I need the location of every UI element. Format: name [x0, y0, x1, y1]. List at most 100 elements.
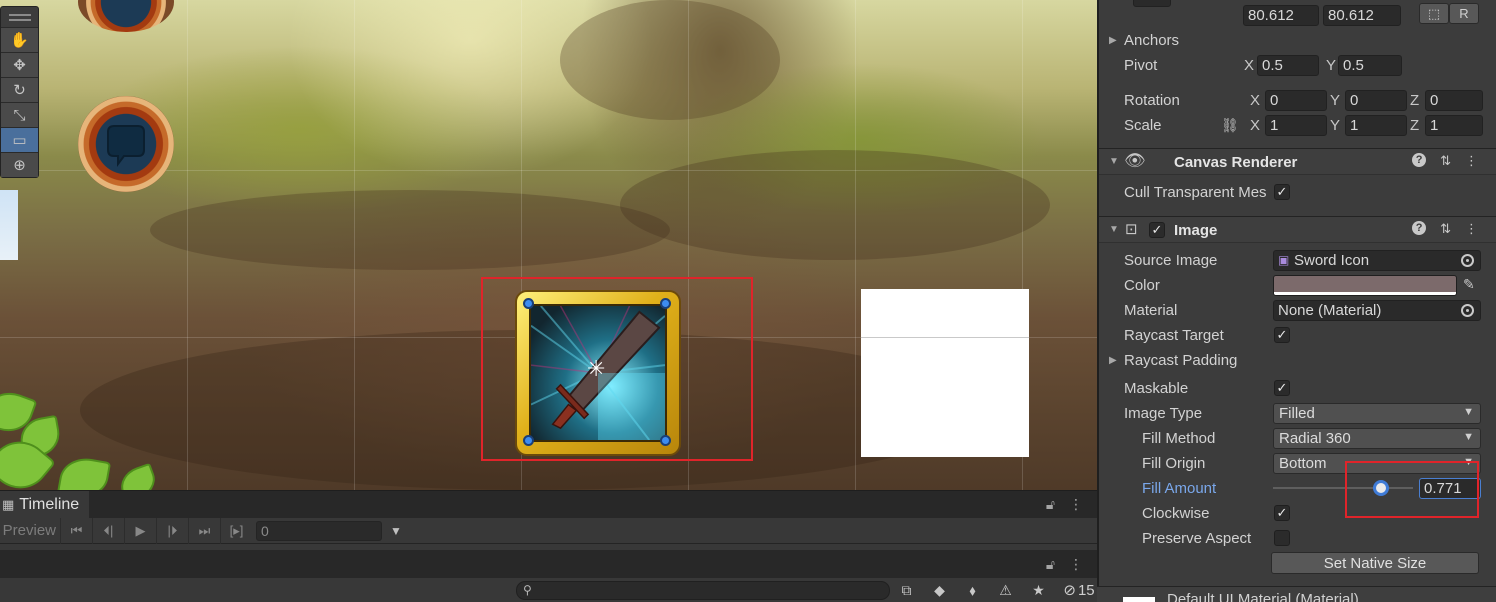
- image-type-row: Image Type Filled ▼: [1099, 401, 1496, 426]
- canvas-renderer-header[interactable]: ▼ 👁︎ Canvas Renderer ? ⇅ ⋮: [1099, 148, 1496, 175]
- resize-handle[interactable]: [523, 435, 534, 446]
- more-menu-icon[interactable]: ⋮: [1069, 496, 1083, 513]
- console-search-input[interactable]: ⚲: [516, 581, 890, 600]
- shapes-icon[interactable]: ◆: [923, 578, 956, 602]
- image-header[interactable]: ▼ ⊡ ✓ Image ? ⇅ ⋮: [1099, 216, 1496, 243]
- help-icon[interactable]: ?: [1412, 153, 1427, 167]
- pivot-icon[interactable]: ✳: [587, 358, 605, 380]
- transform-tool-icon[interactable]: ⊕: [1, 152, 38, 177]
- resize-handle[interactable]: [523, 298, 534, 309]
- hidden-count[interactable]: ⊘ 15: [1055, 578, 1103, 602]
- image-enabled-checkbox[interactable]: ✓: [1149, 222, 1165, 238]
- go-to-start-icon[interactable]: ⏮: [60, 517, 92, 544]
- preview-button[interactable]: Preview: [0, 518, 60, 544]
- move-tool-icon[interactable]: ✥: [1, 52, 38, 77]
- console-lock-icon[interactable]: 🔓︎: [1046, 556, 1055, 573]
- rotate-tool-icon[interactable]: ↻: [1, 77, 38, 102]
- set-native-size-button[interactable]: Set Native Size: [1271, 552, 1479, 574]
- color-swatch-field[interactable]: [1133, 0, 1171, 7]
- fill-amount-highlight: [1345, 461, 1479, 518]
- star-icon[interactable]: ★: [1022, 578, 1055, 602]
- playback-range-icon[interactable]: [▸]: [220, 517, 252, 544]
- object-picker-icon[interactable]: [1461, 254, 1474, 267]
- anchors-foldout-icon[interactable]: ▶: [1109, 35, 1117, 46]
- go-to-end-icon[interactable]: ⏭: [188, 517, 220, 544]
- material-label: Material: [1124, 302, 1178, 319]
- height-field[interactable]: 80.612: [1323, 5, 1401, 26]
- image-foldout-icon[interactable]: ▼: [1109, 224, 1119, 235]
- maskable-checkbox[interactable]: ✓: [1274, 380, 1290, 396]
- fill-origin-label: Fill Origin: [1142, 455, 1206, 472]
- play-icon[interactable]: ▶: [124, 517, 156, 544]
- hand-tool-icon[interactable]: ✋: [1, 27, 38, 52]
- previous-frame-icon[interactable]: ⏴|: [92, 517, 124, 544]
- timeline-tab[interactable]: ▦ Timeline: [0, 491, 90, 518]
- scale-tool-icon[interactable]: ⤡: [1, 102, 38, 127]
- resize-handle[interactable]: [660, 298, 671, 309]
- source-image-row: Source Image ▣ Sword Icon: [1099, 248, 1496, 273]
- help-icon[interactable]: ?: [1412, 221, 1427, 235]
- rotation-x-axis-label: X: [1250, 92, 1261, 109]
- raw-edit-button[interactable]: R: [1449, 3, 1479, 24]
- sword-icon-image[interactable]: ✳: [515, 290, 681, 456]
- raycast-padding-label: Raycast Padding: [1124, 352, 1238, 369]
- object-picker-icon[interactable]: [1461, 304, 1474, 317]
- preset-icon[interactable]: ⇅: [1440, 153, 1451, 169]
- fill-method-dropdown[interactable]: Radial 360 ▼: [1273, 428, 1481, 449]
- lock-icon[interactable]: 🔓︎: [1046, 496, 1055, 513]
- canvas-renderer-foldout-icon[interactable]: ▼: [1109, 156, 1119, 167]
- error-icon[interactable]: ⚠: [989, 578, 1022, 602]
- raycast-padding-foldout-icon[interactable]: ▶: [1109, 355, 1117, 366]
- source-image-field[interactable]: ▣ Sword Icon: [1273, 250, 1481, 271]
- component-menu-icon[interactable]: ⋮: [1465, 221, 1478, 237]
- sprite-icon: ▣: [1278, 253, 1290, 267]
- frame-input[interactable]: 0: [256, 520, 382, 541]
- image-type-dropdown[interactable]: Filled ▼: [1273, 403, 1481, 424]
- scale-y-field[interactable]: 1: [1345, 115, 1407, 136]
- raycast-padding-row[interactable]: ▶ Raycast Padding: [1099, 348, 1496, 373]
- rotation-y-field[interactable]: 0: [1345, 90, 1407, 111]
- preset-icon[interactable]: ⇅: [1440, 221, 1451, 237]
- frame-dropdown-icon[interactable]: ▼: [390, 524, 402, 538]
- anchors-row[interactable]: ▶ Anchors: [1099, 28, 1496, 53]
- timeline-controls: Preview ⏮ ⏴| ▶ |⏵ ⏭ [▸] 0 ▼: [0, 517, 1097, 544]
- next-frame-icon[interactable]: |⏵: [156, 517, 188, 544]
- scale-y-axis-label: Y: [1330, 117, 1341, 134]
- scale-z-field[interactable]: 1: [1425, 115, 1483, 136]
- color-field[interactable]: [1273, 275, 1457, 296]
- material-field[interactable]: None (Material): [1273, 300, 1481, 321]
- scale-label: Scale: [1124, 117, 1162, 134]
- tag-icon[interactable]: ⬧: [956, 578, 989, 602]
- chat-round-button[interactable]: [78, 96, 174, 192]
- set-native-size-label: Set Native Size: [1323, 554, 1427, 572]
- source-image-label: Source Image: [1124, 252, 1218, 269]
- pivot-y-field[interactable]: 0.5: [1338, 55, 1402, 76]
- rotation-x-field[interactable]: 0: [1265, 90, 1327, 111]
- color-label: Color: [1124, 277, 1160, 294]
- rotation-z-field[interactable]: 0: [1425, 90, 1483, 111]
- rect-tool-icon[interactable]: ▭: [1, 127, 38, 152]
- rotation-row: Rotation X 0 Y 0 Z 0: [1099, 88, 1496, 113]
- scale-x-field[interactable]: 1: [1265, 115, 1327, 136]
- constrain-proportions-icon[interactable]: ⛓: [1221, 117, 1239, 134]
- external-link-icon[interactable]: ⧉: [890, 578, 923, 602]
- material-row: Material None (Material): [1099, 298, 1496, 323]
- leaf: [115, 462, 161, 490]
- resize-handle[interactable]: [660, 435, 671, 446]
- settings-round-button[interactable]: [78, 0, 174, 32]
- blueprint-mode-icon[interactable]: ⬚: [1419, 3, 1449, 24]
- cull-transparent-checkbox[interactable]: ✓: [1274, 184, 1290, 200]
- palette-grip-icon[interactable]: [1, 7, 38, 27]
- console-more-icon[interactable]: ⋮: [1069, 556, 1083, 573]
- pivot-x-field[interactable]: 0.5: [1257, 55, 1319, 76]
- material-footer[interactable]: Default UI Material (Material): [1097, 586, 1496, 602]
- component-menu-icon[interactable]: ⋮: [1465, 153, 1478, 169]
- console-toolbar: ⚲ ⧉ ◆ ⬧ ⚠ ★ ⊘ 15: [0, 578, 1097, 602]
- white-image[interactable]: [861, 289, 1029, 457]
- raycast-target-checkbox[interactable]: ✓: [1274, 327, 1290, 343]
- eyedropper-icon[interactable]: ✎: [1463, 276, 1475, 293]
- clockwise-checkbox[interactable]: ✓: [1274, 505, 1290, 521]
- scene-view[interactable]: ✋ ✥ ↻ ⤡ ▭ ⊕ ✳: [0, 0, 1097, 490]
- preserve-aspect-checkbox[interactable]: [1274, 530, 1290, 546]
- width-field[interactable]: 80.612: [1243, 5, 1319, 26]
